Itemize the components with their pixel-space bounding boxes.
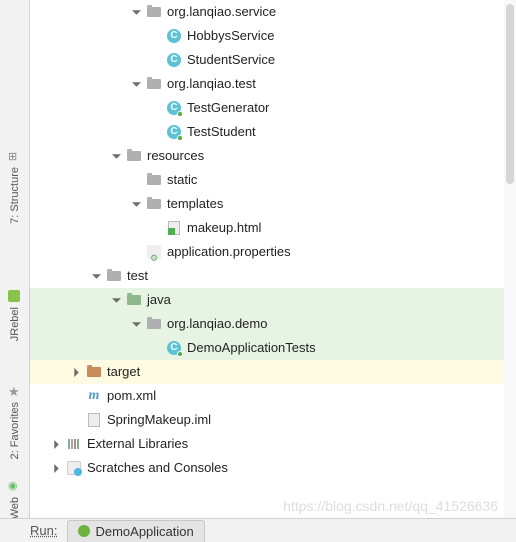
tree-node-pom[interactable]: m pom.xml [30,384,516,408]
sidebar-web-label: Web [9,497,21,519]
chevron-down-icon[interactable] [130,198,142,210]
chevron-down-icon[interactable] [130,78,142,90]
structure-icon: ⊞ [8,150,22,164]
node-label: java [147,288,171,312]
tool-window-bar: ⊞ 7: Structure JRebel 2: Favorites Web [0,0,30,518]
tree-node-service-pkg[interactable]: org.lanqiao.service [30,0,516,24]
test-source-folder-icon [126,292,142,308]
sidebar-favorites-label: 2: Favorites [9,402,21,459]
scrollbar-thumb[interactable] [506,4,514,184]
tree-node-static[interactable]: static [30,168,516,192]
node-label: application.properties [167,240,291,264]
tree-node-app-props[interactable]: application.properties [30,240,516,264]
tree-node-templates[interactable]: templates [30,192,516,216]
tree-node-hobbys-service[interactable]: C HobbysService [30,24,516,48]
node-label: templates [167,192,223,216]
node-label: target [107,360,140,384]
sidebar-jrebel[interactable]: JRebel [0,290,30,341]
chevron-down-icon[interactable] [110,150,122,162]
excluded-folder-icon [86,364,102,380]
tree-node-iml[interactable]: SpringMakeup.iml [30,408,516,432]
run-tab-demoapplication[interactable]: DemoApplication [67,520,204,542]
project-tree[interactable]: org.lanqiao.service C HobbysService C St… [30,0,516,518]
node-label: Scratches and Consoles [87,456,228,480]
chevron-down-icon[interactable] [90,270,102,282]
node-label: makeup.html [187,216,261,240]
spring-boot-icon [78,525,90,537]
node-label: TestGenerator [187,96,269,120]
vertical-scrollbar[interactable] [504,0,516,518]
class-test-icon: C [166,100,182,116]
tree-node-target[interactable]: target [30,360,516,384]
sidebar-structure[interactable]: ⊞ 7: Structure [0,150,30,224]
folder-icon [146,172,162,188]
node-label: HobbysService [187,24,274,48]
class-test-icon: C [166,340,182,356]
node-label: resources [147,144,204,168]
package-icon [146,76,162,92]
class-test-icon: C [166,124,182,140]
chevron-down-icon[interactable] [110,294,122,306]
node-label: test [127,264,148,288]
star-icon [8,385,22,399]
tree-node-resources[interactable]: resources [30,144,516,168]
node-label: SpringMakeup.iml [107,408,211,432]
tree-node-java[interactable]: java [30,288,516,312]
tree-node-demo-app-tests[interactable]: C DemoApplicationTests [30,336,516,360]
tree-node-test-generator[interactable]: C TestGenerator [30,96,516,120]
scratches-icon [66,460,82,476]
node-label: TestStudent [187,120,256,144]
class-icon: C [166,28,182,44]
class-icon: C [166,52,182,68]
iml-file-icon [86,412,102,428]
folder-icon [146,196,162,212]
node-label: External Libraries [87,432,188,456]
folder-icon [106,268,122,284]
chevron-right-icon[interactable] [50,438,62,450]
tree-node-scratches[interactable]: Scratches and Consoles [30,456,516,480]
run-label: Run: [30,523,57,538]
properties-file-icon [146,244,162,260]
chevron-right-icon[interactable] [70,366,82,378]
chevron-right-icon[interactable] [50,462,62,474]
node-label: org.lanqiao.test [167,72,256,96]
tree-node-test-student[interactable]: C TestStudent [30,120,516,144]
chevron-down-icon[interactable] [130,6,142,18]
run-tab-label: DemoApplication [95,524,193,539]
sidebar-jrebel-label: JRebel [9,307,21,341]
tree-node-test-pkg[interactable]: org.lanqiao.test [30,72,516,96]
node-label: DemoApplicationTests [187,336,316,360]
sidebar-web[interactable]: Web [0,480,30,519]
resources-folder-icon [126,148,142,164]
node-label: pom.xml [107,384,156,408]
sidebar-structure-label: 7: Structure [9,167,21,224]
node-label: static [167,168,197,192]
chevron-down-icon[interactable] [130,318,142,330]
node-label: org.lanqiao.service [167,0,276,24]
package-icon [146,316,162,332]
tree-node-demo-pkg[interactable]: org.lanqiao.demo [30,312,516,336]
html-file-icon [166,220,182,236]
tree-node-makeup-html[interactable]: makeup.html [30,216,516,240]
package-icon [146,4,162,20]
node-label: StudentService [187,48,275,72]
tree-node-external-libs[interactable]: External Libraries [30,432,516,456]
libraries-icon [66,436,82,452]
jrebel-icon [8,290,22,304]
bottom-tool-bar: Run: DemoApplication [0,518,516,542]
web-icon [8,480,22,494]
maven-icon: m [86,388,102,404]
node-label: org.lanqiao.demo [167,312,267,336]
tree-node-test[interactable]: test [30,264,516,288]
tree-node-student-service[interactable]: C StudentService [30,48,516,72]
sidebar-favorites[interactable]: 2: Favorites [0,385,30,459]
